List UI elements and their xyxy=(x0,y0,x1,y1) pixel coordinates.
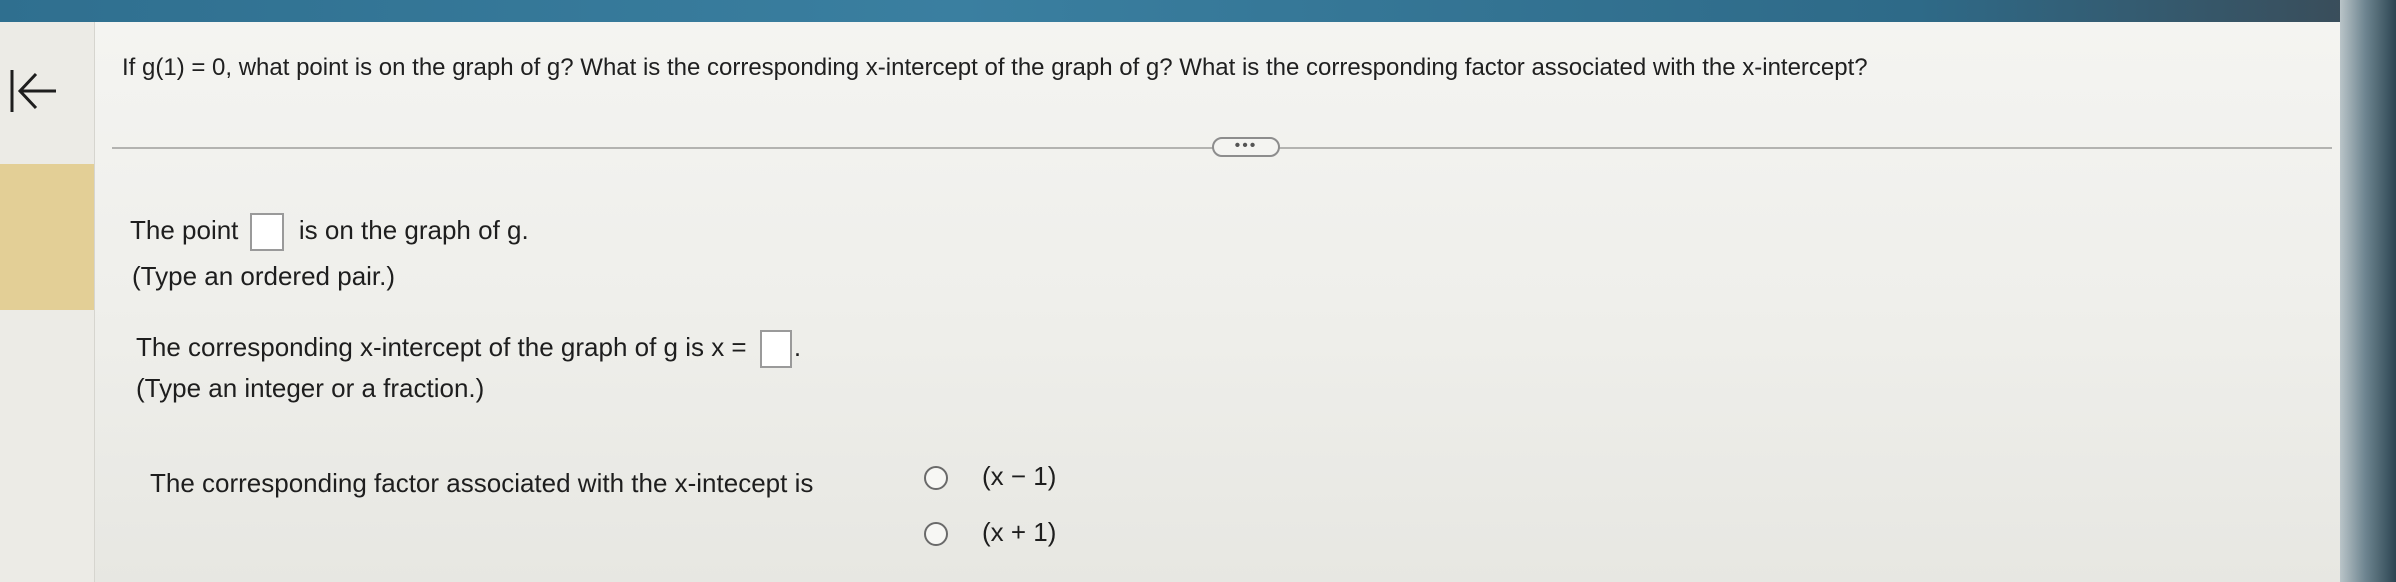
part1-hint: (Type an ordered pair.) xyxy=(132,261,396,291)
part2-prefix: The corresponding x-intercept of the gra… xyxy=(136,332,747,362)
point-answer-input[interactable] xyxy=(249,213,284,252)
left-rail-highlight xyxy=(0,164,94,310)
factor-option-1[interactable]: (x − 1) xyxy=(924,459,1056,493)
factor-option-label: (x − 1) xyxy=(982,461,1057,491)
radio-button-icon[interactable] xyxy=(924,466,948,491)
factor-option-label: (x + 1) xyxy=(982,517,1057,547)
factor-option-2[interactable]: (x + 1) xyxy=(924,515,1056,549)
part2-hint: (Type an integer or a fraction.) xyxy=(136,373,485,403)
part2-suffix: . xyxy=(793,332,802,362)
part1-prefix: The point xyxy=(130,215,239,245)
part1-suffix: is on the graph of g. xyxy=(298,215,529,245)
arrow-left-to-bar-icon xyxy=(10,70,56,112)
question-text: If g(1) = 0, what point is on the graph … xyxy=(122,54,1868,81)
screen-edge xyxy=(2340,0,2396,582)
part3-prompt: The corresponding factor associated with… xyxy=(150,468,814,498)
part2-statement: The corresponding x-intercept of the gra… xyxy=(136,330,802,369)
more-options-button[interactable]: ••• xyxy=(1212,137,1280,157)
radio-button-icon[interactable] xyxy=(924,522,948,547)
x-intercept-answer-input[interactable] xyxy=(759,330,792,369)
part1-statement: The point is on the graph of g. xyxy=(130,213,529,252)
back-to-start-button[interactable] xyxy=(6,66,58,116)
window-top-band xyxy=(0,0,2396,24)
